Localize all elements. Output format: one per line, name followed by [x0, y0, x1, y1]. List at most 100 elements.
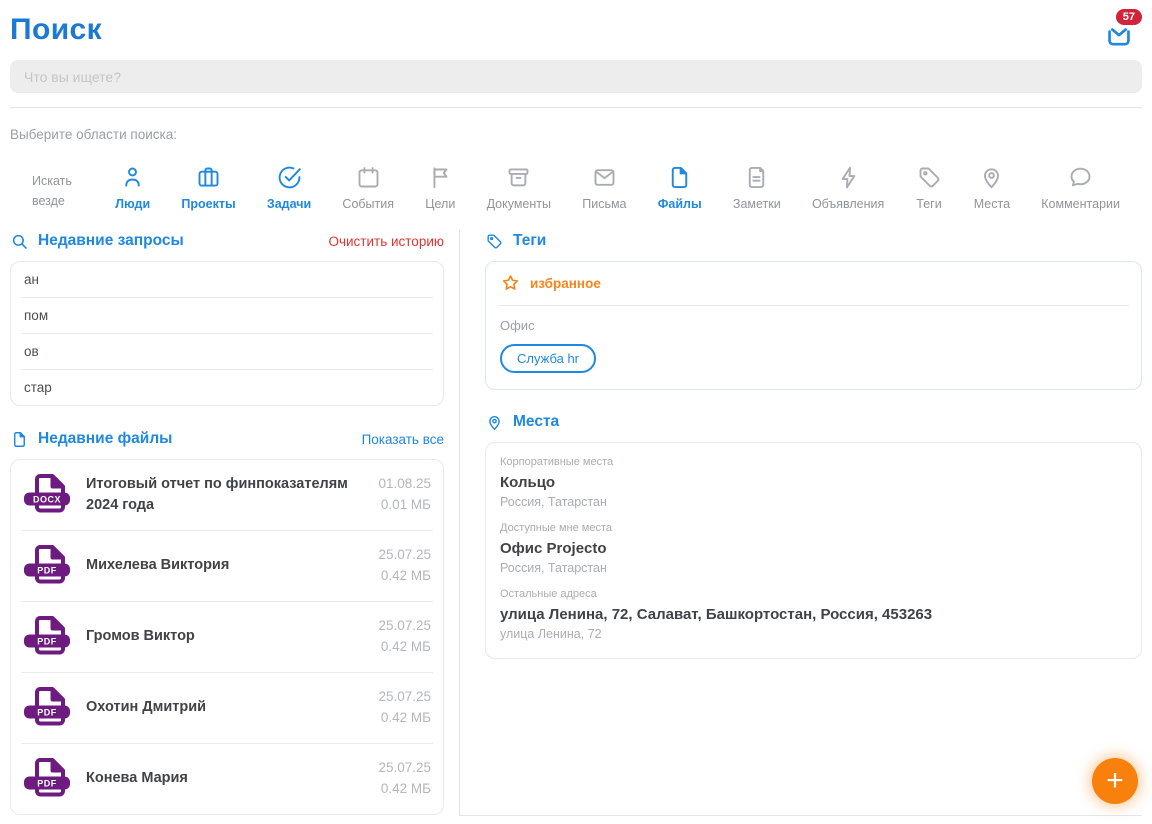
tag-group-label: Офис — [500, 318, 1127, 333]
file-icon — [666, 164, 693, 191]
file-name: Громов Виктор — [86, 626, 363, 647]
file-row[interactable]: PDF Конева Мария 25.07.25 0.42 МБ — [21, 744, 433, 814]
add-button[interactable]: + — [1092, 758, 1138, 804]
favorite-tag-row[interactable]: избранное — [498, 262, 1129, 306]
place-group-label: Корпоративные места — [500, 456, 1127, 468]
collapse-panel-button[interactable]: 57 — [1104, 16, 1138, 50]
scope-item-comment[interactable]: Комментарии — [1041, 164, 1120, 211]
place-group[interactable]: Доступные мне места Офис Projecto Россия… — [500, 522, 1127, 575]
scope-item-lightning[interactable]: Объявления — [812, 164, 884, 211]
file-row[interactable]: DOCX Итоговый отчет по финпоказателям 20… — [21, 460, 433, 531]
file-type-icon: PDF — [23, 615, 71, 659]
place-detail: Россия, Татарстан — [500, 561, 1127, 575]
recent-queries-card: анпомовстар — [10, 261, 444, 406]
scope-item-calendar[interactable]: События — [342, 164, 394, 211]
file-row[interactable]: PDF Громов Виктор 25.07.25 0.42 МБ — [21, 602, 433, 673]
check-circle-icon — [276, 164, 303, 191]
tag-pills: Служба hr — [500, 344, 1127, 373]
archive-icon — [505, 164, 532, 191]
file-type-icon: PDF — [23, 686, 71, 730]
search-icon — [10, 232, 29, 251]
svg-text:PDF: PDF — [37, 779, 57, 789]
scope-item-pin[interactable]: Места — [974, 164, 1010, 211]
file-meta: 25.07.25 0.42 МБ — [378, 545, 431, 587]
scope-item-file[interactable]: Файлы — [658, 164, 702, 211]
scope-item-note[interactable]: Заметки — [733, 164, 781, 211]
svg-text:PDF: PDF — [37, 566, 57, 576]
content-columns: Недавние запросы Очистить историю анпомо… — [10, 230, 1142, 816]
tags-title-wrap: Теги — [485, 232, 546, 251]
places-title: Места — [513, 413, 559, 431]
tag-pill[interactable]: Служба hr — [500, 344, 596, 373]
clear-history-link[interactable]: Очистить историю — [328, 234, 444, 249]
place-detail: Россия, Татарстан — [500, 495, 1127, 509]
place-group[interactable]: Остальные адреса улица Ленина, 72, Салав… — [500, 588, 1127, 641]
person-icon — [119, 164, 146, 191]
file-size: 0.42 МБ — [381, 781, 431, 796]
search-page: Поиск 57 Выберите области поиска: Искать… — [0, 0, 1152, 824]
file-size: 0.01 МБ — [381, 497, 431, 512]
left-column: Недавние запросы Очистить историю анпомо… — [10, 230, 460, 816]
right-column: Теги избранное Офис Служба hr Места — [460, 230, 1142, 816]
places-card: Корпоративные места Кольцо Россия, Татар… — [485, 442, 1142, 659]
file-date: 25.07.25 — [378, 547, 431, 562]
scope-item-check-circle[interactable]: Задачи — [267, 164, 311, 211]
tag-group: Офис Служба hr — [486, 306, 1141, 389]
scope-item-envelope[interactable]: Письма — [582, 164, 626, 211]
place-group[interactable]: Корпоративные места Кольцо Россия, Татар… — [500, 456, 1127, 509]
scope-item-person[interactable]: Люди — [115, 164, 150, 211]
recent-query-item[interactable]: пом — [21, 298, 433, 334]
favorite-tag-label: избранное — [530, 276, 601, 291]
places-header: Места — [485, 411, 1142, 433]
recent-queries-header: Недавние запросы Очистить историю — [10, 230, 444, 252]
tags-header: Теги — [485, 230, 1142, 252]
svg-text:PDF: PDF — [37, 637, 57, 647]
file-date: 01.08.25 — [378, 476, 431, 491]
header-divider — [10, 107, 1142, 108]
places-title-wrap: Места — [485, 413, 559, 432]
pin-icon — [978, 164, 1005, 191]
scope-item-flag[interactable]: Цели — [425, 164, 455, 211]
recent-files-header: Недавние файлы Показать все — [10, 428, 444, 450]
scopes-row: Искать везде Люди Проекты Задачи События… — [10, 153, 1142, 211]
file-name: Михелева Виктория — [86, 555, 363, 576]
tag-icon — [485, 232, 504, 251]
search-input[interactable] — [10, 60, 1142, 93]
place-name: улица Ленина, 72, Салават, Башкортостан,… — [500, 606, 1127, 623]
scope-item-tag[interactable]: Теги — [916, 164, 943, 211]
file-meta: 01.08.25 0.01 МБ — [378, 474, 431, 516]
file-row[interactable]: PDF Охотин Дмитрий 25.07.25 0.42 МБ — [21, 673, 433, 744]
recent-query-item[interactable]: ан — [21, 262, 433, 298]
file-date: 25.07.25 — [378, 689, 431, 704]
recent-queries-title: Недавние запросы — [38, 232, 184, 250]
file-date: 25.07.25 — [378, 760, 431, 775]
star-icon — [500, 273, 521, 294]
recent-query-item[interactable]: стар — [21, 370, 433, 405]
place-group-label: Доступные мне места — [500, 522, 1127, 534]
recent-query-item[interactable]: ов — [21, 334, 433, 370]
file-icon — [10, 430, 29, 449]
flag-icon — [427, 164, 454, 191]
comment-icon — [1067, 164, 1094, 191]
scope-item-briefcase[interactable]: Проекты — [181, 164, 235, 211]
note-icon — [743, 164, 770, 191]
scopes-label: Выберите области поиска: — [10, 127, 1142, 142]
tag-icon — [916, 164, 943, 191]
svg-text:PDF: PDF — [37, 708, 57, 718]
file-meta: 25.07.25 0.42 МБ — [378, 616, 431, 658]
file-type-icon: DOCX — [23, 473, 71, 517]
file-name: Конева Мария — [86, 768, 363, 789]
scope-item-everywhere[interactable]: Искать везде — [32, 172, 84, 211]
svg-text:DOCX: DOCX — [33, 495, 61, 505]
page-title: Поиск — [10, 13, 1142, 47]
recent-files-title: Недавние файлы — [38, 430, 172, 448]
recent-queries-title-wrap: Недавние запросы — [10, 232, 184, 251]
file-name: Охотин Дмитрий — [86, 697, 363, 718]
tags-title: Теги — [513, 232, 546, 250]
show-all-files-link[interactable]: Показать все — [362, 432, 444, 447]
page-header: Поиск 57 — [10, 0, 1142, 47]
scope-item-archive[interactable]: Документы — [487, 164, 551, 211]
file-size: 0.42 МБ — [381, 710, 431, 725]
file-row[interactable]: PDF Михелева Виктория 25.07.25 0.42 МБ — [21, 531, 433, 602]
briefcase-icon — [195, 164, 222, 191]
